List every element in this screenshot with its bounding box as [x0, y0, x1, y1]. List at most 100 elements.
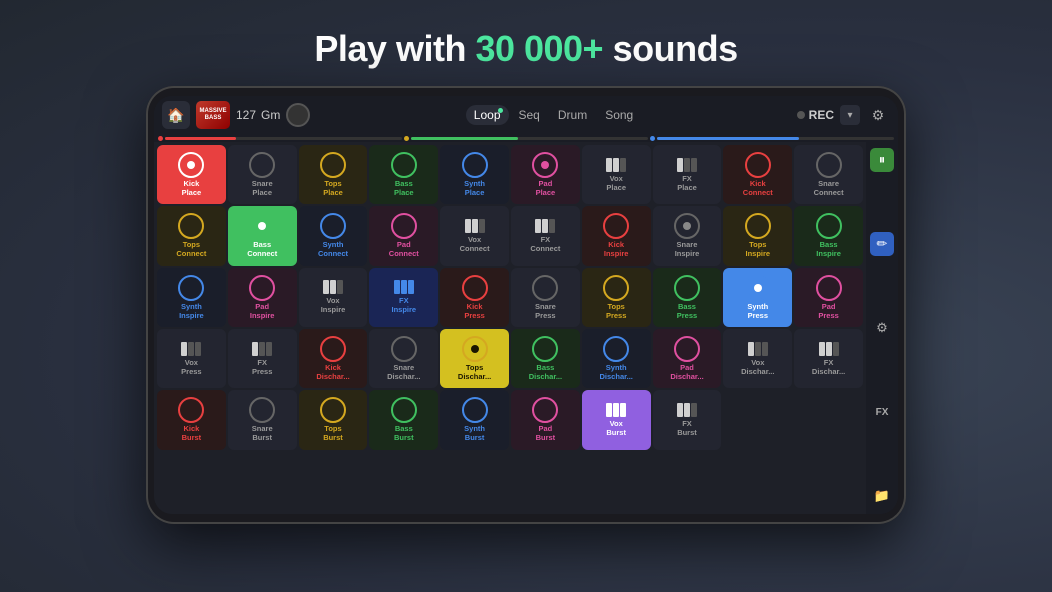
- pad-label: KickPress: [464, 302, 484, 320]
- pad-kick-burst[interactable]: KickBurst: [157, 390, 226, 449]
- pad-label: BassPlace: [394, 179, 414, 197]
- pad-circle: [249, 152, 275, 178]
- grid-area: KickPlace SnarePlace TopsPlace BassPlace…: [154, 142, 898, 514]
- pad-vox-press[interactable]: VoxPress: [157, 329, 226, 388]
- pad-snare-burst[interactable]: SnareBurst: [228, 390, 297, 449]
- pad-vox-place[interactable]: VoxPlace: [582, 145, 651, 204]
- pad-bass-press[interactable]: BassPress: [653, 268, 722, 327]
- pad-snare-discharge[interactable]: SnareDischar...: [369, 329, 438, 388]
- pad-fx-place[interactable]: FXPlace: [653, 145, 722, 204]
- rec-button[interactable]: REC: [809, 108, 834, 122]
- pad-tops-inspire[interactable]: TopsInspire: [723, 206, 792, 265]
- progress-dot-tops: [404, 136, 409, 141]
- pad-bars: [252, 342, 272, 356]
- pad-label: BassBurst: [394, 424, 414, 442]
- nav-tabs: Loop Seq Drum Song: [316, 105, 790, 125]
- pad-bass-connect[interactable]: BassConnect: [228, 206, 297, 265]
- pad-vox-connect[interactable]: VoxConnect: [440, 206, 509, 265]
- pad-circle: [603, 275, 629, 301]
- pad-bars: [606, 403, 626, 417]
- settings-gear-icon[interactable]: ⚙: [866, 103, 890, 127]
- tab-loop[interactable]: Loop: [466, 105, 509, 125]
- pad-snare-press[interactable]: SnarePress: [511, 268, 580, 327]
- tab-drum[interactable]: Drum: [550, 105, 595, 125]
- bar: [535, 219, 541, 233]
- pad-circle: [462, 275, 488, 301]
- edit-button[interactable]: ✏: [870, 232, 894, 256]
- fx-label[interactable]: FX: [870, 400, 894, 424]
- pad-fx-inspire[interactable]: FXInspire: [369, 268, 438, 327]
- pad-tops-place[interactable]: TopsPlace: [299, 145, 368, 204]
- pad-bass-discharge[interactable]: BassDischar...: [511, 329, 580, 388]
- pad-pad-discharge[interactable]: PadDischar...: [653, 329, 722, 388]
- pad-label: BassConnect: [247, 240, 277, 258]
- pad-pad-press[interactable]: PadPress: [794, 268, 863, 327]
- pad-fx-burst[interactable]: FXBurst: [653, 390, 722, 449]
- pad-pad-inspire[interactable]: PadInspire: [228, 268, 297, 327]
- pad-bars: [819, 342, 839, 356]
- folder-button[interactable]: 📁: [870, 484, 894, 508]
- pad-bars: [181, 342, 201, 356]
- pad-fx-discharge[interactable]: FXDischar...: [794, 329, 863, 388]
- bar: [181, 342, 187, 356]
- pad-label: TopsDischar...: [458, 363, 491, 381]
- pad-synth-connect[interactable]: SynthConnect: [299, 206, 368, 265]
- pad-label: PadPress: [818, 302, 838, 320]
- pad-circle: [745, 152, 771, 178]
- pad-circle: [603, 213, 629, 239]
- pad-circle: [391, 397, 417, 423]
- pad-kick-connect[interactable]: KickConnect: [723, 145, 792, 204]
- track-thumbnail[interactable]: MASSIVE BASS: [196, 101, 230, 129]
- pad-vox-burst[interactable]: VoxBurst: [582, 390, 651, 449]
- bar: [252, 342, 258, 356]
- pad-label: FXInspire: [391, 296, 416, 314]
- pad-label: VoxBurst: [606, 419, 626, 437]
- pad-tops-burst[interactable]: TopsBurst: [299, 390, 368, 449]
- pad-bars: [535, 219, 555, 233]
- pad-pad-connect[interactable]: PadConnect: [369, 206, 438, 265]
- bar: [195, 342, 201, 356]
- pad-kick-place[interactable]: KickPlace: [157, 145, 226, 204]
- bar: [613, 158, 619, 172]
- home-button[interactable]: 🏠: [162, 101, 190, 129]
- pad-label: SynthDischar...: [600, 363, 633, 381]
- pad-tops-discharge[interactable]: TopsDischar...: [440, 329, 509, 388]
- pad-synth-press[interactable]: SynthPress: [723, 268, 792, 327]
- pad-kick-inspire[interactable]: KickInspire: [582, 206, 651, 265]
- pad-kick-press[interactable]: KickPress: [440, 268, 509, 327]
- pad-pad-place[interactable]: PadPlace: [511, 145, 580, 204]
- bar: [677, 158, 683, 172]
- pad-tops-connect[interactable]: TopsConnect: [157, 206, 226, 265]
- chevron-down-button[interactable]: ▾: [840, 105, 860, 125]
- pad-snare-place[interactable]: SnarePlace: [228, 145, 297, 204]
- pad-circle: [178, 275, 204, 301]
- pad-snare-inspire[interactable]: SnareInspire: [653, 206, 722, 265]
- pad-snare-connect[interactable]: SnareConnect: [794, 145, 863, 204]
- pad-vox-inspire[interactable]: VoxInspire: [299, 268, 368, 327]
- top-bar: 🏠 MASSIVE BASS 127 Gm Loop Seq Drum Song…: [154, 96, 898, 134]
- pad-fx-connect[interactable]: FXConnect: [511, 206, 580, 265]
- progress-bar-3: [657, 137, 894, 140]
- tab-song[interactable]: Song: [597, 105, 641, 125]
- knob-icon[interactable]: [286, 103, 310, 127]
- pad-kick-discharge[interactable]: KickDischar...: [299, 329, 368, 388]
- pad-bass-inspire[interactable]: BassInspire: [794, 206, 863, 265]
- pad-synth-place[interactable]: SynthPlace: [440, 145, 509, 204]
- pad-fx-press[interactable]: FXPress: [228, 329, 297, 388]
- pause-button[interactable]: ⏸: [870, 148, 894, 172]
- pad-bass-burst[interactable]: BassBurst: [369, 390, 438, 449]
- pad-pad-burst[interactable]: PadBurst: [511, 390, 580, 449]
- pad-bars: [748, 342, 768, 356]
- pad-synth-burst[interactable]: SynthBurst: [440, 390, 509, 449]
- pad-synth-inspire[interactable]: SynthInspire: [157, 268, 226, 327]
- pad-bass-place[interactable]: BassPlace: [369, 145, 438, 204]
- bar: [684, 403, 690, 417]
- mixer-button[interactable]: ⚙: [870, 316, 894, 340]
- pad-synth-discharge[interactable]: SynthDischar...: [582, 329, 651, 388]
- tab-seq[interactable]: Seq: [511, 105, 548, 125]
- bar: [833, 342, 839, 356]
- pad-label: TopsPlace: [323, 179, 343, 197]
- bar: [337, 280, 343, 294]
- pad-tops-press[interactable]: TopsPress: [582, 268, 651, 327]
- pad-vox-discharge[interactable]: VoxDischar...: [723, 329, 792, 388]
